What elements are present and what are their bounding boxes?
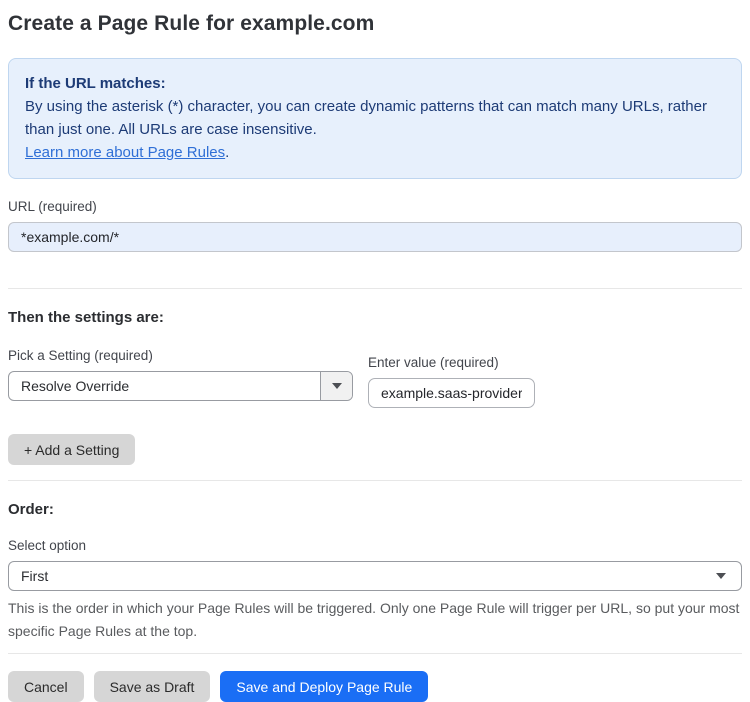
setting-value-label: Enter value (required)	[368, 355, 499, 370]
order-select-value: First	[21, 568, 49, 584]
link-suffix: .	[225, 144, 230, 161]
setting-select-label: Pick a Setting (required)	[8, 348, 153, 363]
chevron-down-icon	[331, 383, 342, 389]
divider	[8, 288, 742, 289]
cancel-button[interactable]: Cancel	[8, 671, 84, 702]
setting-select[interactable]: Resolve Override	[8, 371, 353, 401]
setting-row: Pick a Setting (required) Resolve Overri…	[8, 348, 742, 408]
url-input[interactable]	[8, 222, 742, 252]
info-box-body: By using the asterisk (*) character, you…	[25, 95, 725, 164]
setting-value-input[interactable]	[368, 378, 535, 408]
info-box-body-text: By using the asterisk (*) character, you…	[25, 98, 707, 138]
setting-value-column: Enter value (required)	[368, 348, 535, 408]
setting-select-value: Resolve Override	[21, 378, 130, 394]
divider	[8, 480, 742, 481]
divider	[8, 653, 742, 654]
settings-section-heading: Then the settings are:	[8, 309, 164, 326]
info-box-heading: If the URL matches:	[25, 75, 166, 92]
save-and-deploy-button[interactable]: Save and Deploy Page Rule	[220, 671, 429, 702]
setting-select-column: Pick a Setting (required) Resolve Overri…	[8, 348, 353, 408]
order-section-heading: Order:	[8, 501, 54, 518]
url-matches-info-box: If the URL matches: By using the asteris…	[8, 58, 742, 179]
order-select[interactable]: First	[8, 561, 742, 591]
add-setting-button[interactable]: + Add a Setting	[8, 434, 136, 465]
learn-more-link[interactable]: Learn more about Page Rules	[25, 144, 225, 161]
page-title: Create a Page Rule for example.com	[8, 12, 375, 35]
setting-select-arrow-box[interactable]	[320, 372, 352, 400]
order-select-label: Select option	[8, 538, 87, 553]
form-actions: Cancel Save as Draft Save and Deploy Pag…	[8, 671, 742, 702]
page-rule-form: Create a Page Rule for example.com If th…	[0, 0, 750, 702]
order-help-text: This is the order in which your Page Rul…	[8, 600, 740, 639]
save-as-draft-button[interactable]: Save as Draft	[93, 671, 211, 702]
url-field-label: URL (required)	[8, 199, 97, 214]
chevron-down-icon	[716, 573, 726, 579]
